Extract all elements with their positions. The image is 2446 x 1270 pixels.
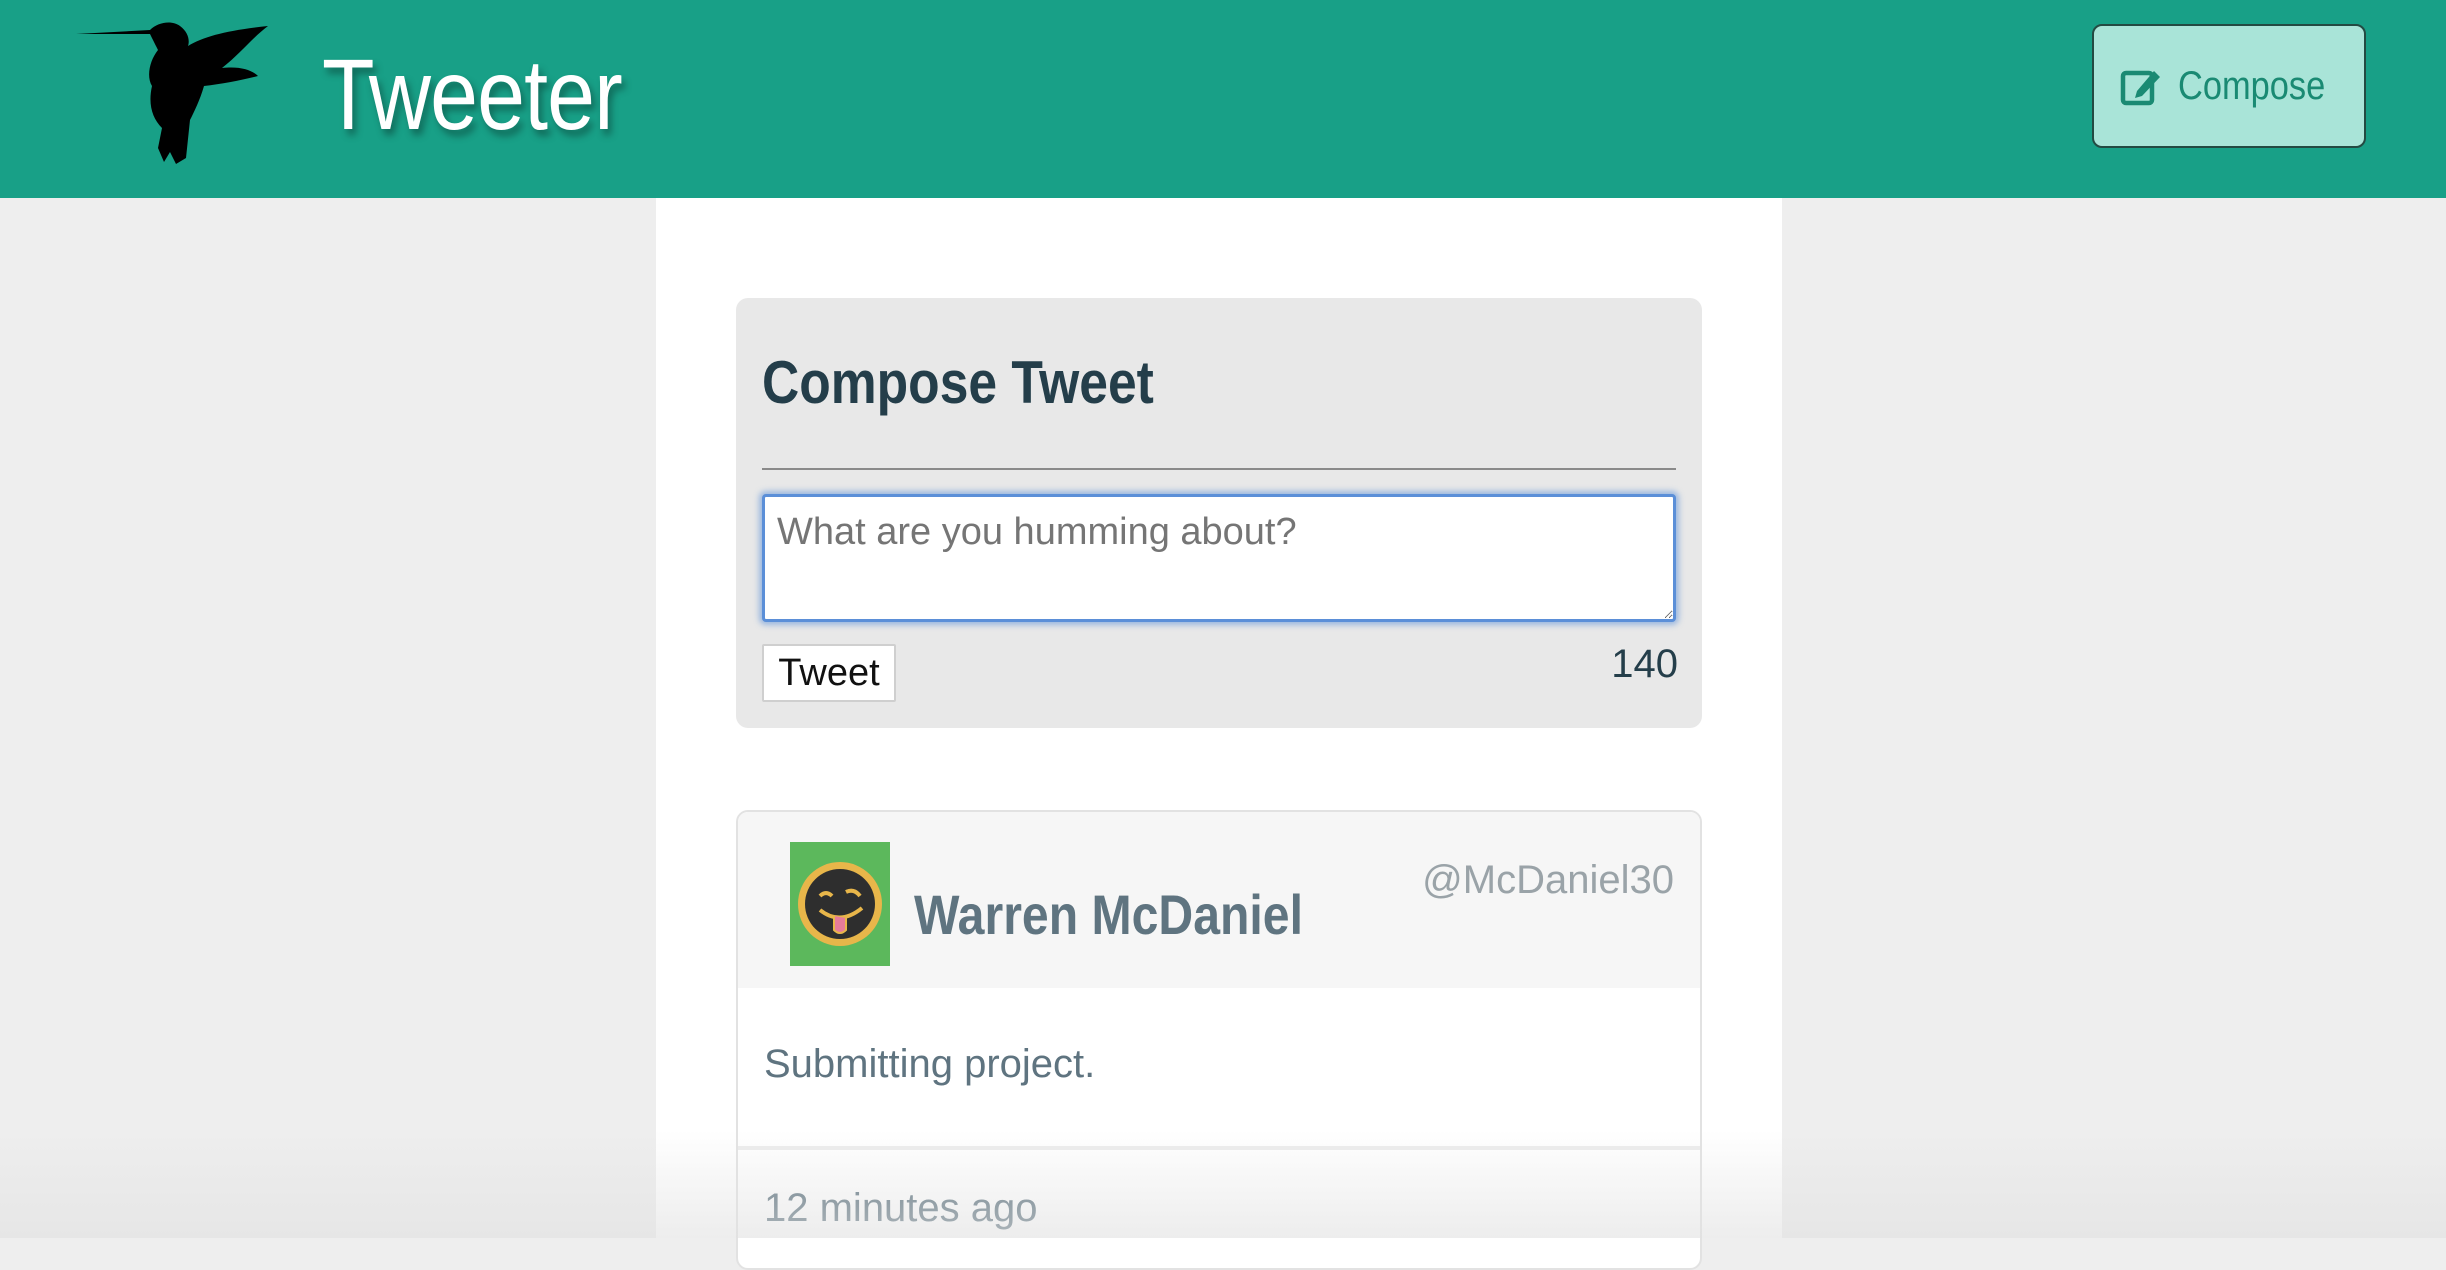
compose-button-label: Compose (2178, 63, 2326, 108)
divider (762, 468, 1676, 470)
tweet-header: Warren McDaniel @McDaniel30 (738, 812, 1700, 988)
tweet-card: Warren McDaniel @McDaniel30 Submitting p… (736, 810, 1702, 1270)
compose-button[interactable]: Compose (2092, 24, 2366, 148)
tweet-content: Submitting project. (764, 1042, 1096, 1086)
tweet-text-input[interactable] (762, 494, 1676, 622)
top-nav: Tweeter Compose (0, 0, 2446, 198)
smiley-tongue-avatar-icon (798, 862, 882, 946)
main-container: Compose Tweet Tweet 140 Warren McDaniel … (656, 198, 1782, 1270)
tweet-author-handle: @McDaniel30 (1422, 858, 1674, 902)
brand-title[interactable]: Tweeter (322, 40, 623, 150)
tweet-divider (738, 1146, 1700, 1150)
tweet-timestamp: 12 minutes ago (764, 1186, 1038, 1230)
tweet-submit-button[interactable]: Tweet (762, 644, 896, 702)
avatar (790, 842, 890, 966)
hummingbird-icon (76, 22, 268, 164)
tweet-author-name: Warren McDaniel (914, 883, 1303, 946)
edit-square-icon (2121, 70, 2161, 106)
char-counter: 140 (1611, 642, 1678, 686)
compose-tweet-heading: Compose Tweet (762, 349, 1154, 416)
compose-tweet-panel: Compose Tweet Tweet 140 (736, 298, 1702, 728)
